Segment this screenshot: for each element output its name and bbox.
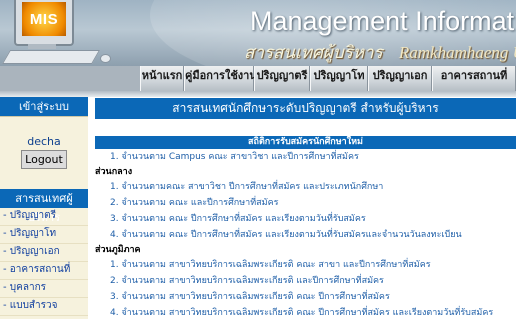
site-subtitle-english: Ramkhamhaeng Unive (398, 43, 516, 62)
nav-bachelor[interactable]: ปริญญาตรี (254, 66, 310, 91)
nav-facilities[interactable]: อาคารสถานที่ (432, 66, 516, 91)
keyboard-icon (1, 50, 101, 64)
section-label-central: ส่วนกลาง (95, 167, 133, 177)
info-menu-heading: สารสนเทศผู้บริหาร (0, 189, 88, 224)
sidebar-item-facilities[interactable]: - อาคารสถานที่ (0, 262, 88, 280)
mouse-icon (100, 54, 111, 63)
nav-home[interactable]: หน้าแรก (140, 66, 184, 91)
site-subtitle: สารสนเทศผู้บริหาร Ramkhamhaeng Unive (244, 39, 516, 66)
nav-user-manual[interactable]: คู่มือการใช้งาน (184, 66, 257, 91)
computer-monitor-icon: MIS (14, 0, 74, 46)
mis-logo: MIS (29, 11, 59, 28)
nav-spacer (0, 66, 140, 91)
report-link-central-1[interactable]: 1. จำนวนตามคณะ สาขาวิชา ปีการศึกษาที่สมั… (95, 179, 516, 195)
site-subtitle-thai: สารสนเทศผู้บริหาร (244, 43, 383, 62)
nav-master[interactable]: ปริญญาโท (310, 66, 368, 91)
section-label-regional: ส่วนภูมิภาค (95, 245, 141, 255)
login-heading: เข้าสู่ระบบ (0, 97, 88, 116)
report-link-campus[interactable]: 1. จำนวนตาม Campus คณะ สาขาวิชา และปีการ… (95, 149, 516, 165)
report-link-central-4[interactable]: 4. จำนวนตาม คณะ ปีการศึกษาที่สมัคร และเร… (95, 227, 516, 243)
main-content: สารสนเทศนักศึกษาระดับปริญญาตรี สำหรับผู้… (95, 98, 516, 321)
sidebar: เข้าสู่ระบบ decha Logout สารสนเทศผู้บริห… (0, 97, 88, 319)
report-link-regional-1[interactable]: 1. จำนวนตาม สาขาวิทยบริการเฉลิมพระเกียรต… (95, 257, 516, 273)
sidebar-item-personnel[interactable]: - บุคลากร (0, 280, 88, 298)
sidebar-item-doctoral[interactable]: - ปริญญาเอก (0, 244, 88, 262)
sidebar-item-master[interactable]: - ปริญญาโท (0, 226, 88, 244)
site-title: Management Information Syst (250, 6, 516, 36)
monitor-stand (28, 44, 56, 49)
stats-heading: สถิติการรับสมัครนักศึกษาใหม่ (95, 136, 516, 149)
report-link-central-3[interactable]: 3. จำนวนตาม คณะ ปีการศึกษาที่สมัคร และเร… (95, 211, 516, 227)
page-title: สารสนเทศนักศึกษาระดับปริญญาตรี สำหรับผู้… (95, 98, 516, 119)
nav-doctoral[interactable]: ปริญญาเอก (368, 66, 432, 91)
sidebar-item-survey[interactable]: - แบบสำรวจ (0, 298, 88, 316)
sidebar-divider (0, 116, 88, 117)
top-navigation: หน้าแรก คู่มือการใช้งาน ปริญญาตรี ปริญญา… (0, 66, 516, 91)
report-link-regional-3[interactable]: 3. จำนวนตาม สาขาวิทยบริการเฉลิมพระเกียรต… (95, 289, 516, 305)
report-link-regional-2[interactable]: 2. จำนวนตาม สาขาวิทยบริการเฉลิมพระเกียรต… (95, 273, 516, 289)
username-label: decha (27, 135, 61, 148)
monitor-screen: MIS (22, 2, 66, 36)
site-banner: MIS Management Information Syst สารสนเทศ… (0, 0, 516, 66)
report-link-central-2[interactable]: 2. จำนวนตาม คณะ และปีการศึกษาที่สมัคร (95, 195, 516, 211)
logout-button[interactable]: Logout (21, 150, 67, 169)
